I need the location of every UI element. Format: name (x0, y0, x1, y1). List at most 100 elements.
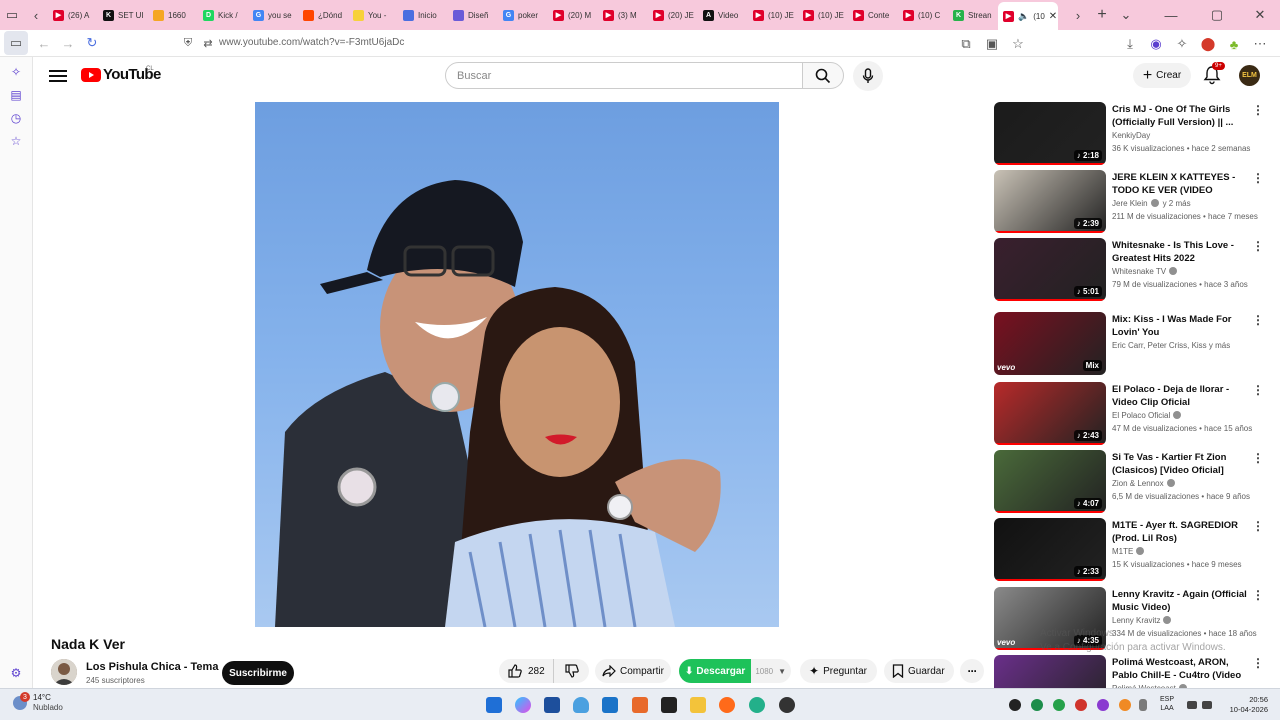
back-icon[interactable]: ← (32, 31, 56, 55)
sidebar-settings-gear-icon[interactable]: ⚙ (9, 666, 23, 680)
browser-tab[interactable]: A Video (698, 3, 748, 27)
more-options-icon[interactable]: ⋮ (1252, 589, 1264, 601)
recommendation-title[interactable]: JERE KLEIN X KATTEYES - TODO KE VER (VID… (1112, 171, 1252, 197)
extension-leaf-icon[interactable]: ♣ (1222, 32, 1246, 56)
profile-sync-icon[interactable]: ◉ (1144, 32, 1168, 56)
create-button[interactable]: + Crear (1133, 63, 1191, 88)
firefox-icon[interactable] (719, 697, 735, 713)
start-icon[interactable] (486, 697, 502, 713)
copilot-icon[interactable]: ✧ (9, 65, 23, 79)
more-options-icon[interactable]: ⋮ (1252, 657, 1264, 669)
settings-more-icon[interactable]: ⋯ (1248, 32, 1272, 56)
recommendation-title[interactable]: Whitesnake - Is This Love - Greatest Hit… (1112, 239, 1252, 265)
taskbar-app-icon[interactable] (749, 697, 765, 713)
more-options-icon[interactable]: ⋮ (1252, 172, 1264, 184)
browser-tab[interactable]: ¿Dónd (298, 3, 348, 27)
recommendation-thumbnail[interactable]: ♪ 5:01 (994, 238, 1106, 301)
more-options-icon[interactable]: ⋮ (1252, 314, 1264, 326)
browser-tab[interactable]: ▶ (26) A (48, 3, 98, 27)
tray-purple-icon[interactable] (1097, 699, 1109, 711)
browser-tab[interactable]: D Kick / (198, 3, 248, 27)
outlook-icon[interactable] (602, 697, 618, 713)
search-button[interactable] (802, 62, 844, 89)
recommendation-thumbnail[interactable]: ♪ 2:39 (994, 170, 1106, 233)
recommendation-channel[interactable]: M1TE (1112, 547, 1145, 556)
favorites-icon[interactable]: ☆ (9, 134, 23, 148)
recommendation-item[interactable]: ♪ 2:33 M1TE - Ayer ft. SAGREDIOR (Prod. L… (994, 518, 1264, 582)
voice-search-button[interactable] (853, 61, 883, 91)
capcut-icon[interactable] (661, 697, 677, 713)
ask-button[interactable]: ✦ Preguntar (800, 659, 877, 683)
microphone-tray-icon[interactable] (1139, 699, 1147, 711)
close-window-icon[interactable]: ✕ (1240, 3, 1280, 27)
tray-green-icon[interactable] (1053, 699, 1065, 711)
recommendation-thumbnail[interactable]: vevo Mix (994, 312, 1106, 375)
store-icon[interactable] (544, 697, 560, 713)
input-language[interactable]: ESP LAA (1160, 695, 1174, 713)
more-actions-button[interactable]: ··· (960, 659, 984, 683)
speaker-icon[interactable]: 🔈 (1018, 11, 1029, 22)
subscribe-button[interactable]: Suscribirme (222, 661, 294, 685)
extensions-icon[interactable]: ✧ (1170, 32, 1194, 56)
recommendation-item[interactable]: ♪ 4:07 Si Te Vas - Kartier Ft Zion (Clasi… (994, 450, 1264, 514)
collections-icon[interactable]: ▤ (9, 88, 23, 102)
tray-security-icon[interactable] (1031, 699, 1043, 711)
browser-tab[interactable]: ▶ (20) JE (648, 3, 698, 27)
recommendation-item[interactable]: ♪ 5:01 Whitesnake - Is This Love - Greate… (994, 238, 1264, 302)
copilot-taskbar-icon[interactable] (515, 697, 531, 713)
network-icon[interactable] (1187, 701, 1197, 709)
hamburger-menu-icon[interactable] (49, 67, 67, 83)
recommendation-channel[interactable]: Jere Klein y 2 más (1112, 199, 1191, 208)
tab-list-chevron-icon[interactable]: ⌄ (1114, 3, 1138, 27)
new-tab-icon[interactable]: + (1090, 3, 1114, 27)
recommendation-channel[interactable]: El Polaco Oficial (1112, 411, 1182, 420)
app-orange-icon[interactable] (632, 697, 648, 713)
download-quality-dropdown-icon[interactable]: ▼ (773, 667, 786, 676)
recommendation-channel[interactable]: Whitesnake TV (1112, 267, 1178, 276)
more-options-icon[interactable]: ⋮ (1252, 240, 1264, 252)
downloads-icon[interactable]: ⤓ (1118, 32, 1142, 56)
recommendation-item[interactable]: ♪ 2:43 El Polaco - Deja de llorar - Video… (994, 382, 1264, 446)
recommendation-thumbnail[interactable]: ♪ 2:33 (994, 518, 1106, 581)
tabs-scroll-left-icon[interactable]: ‹ (24, 3, 48, 27)
adblock-icon[interactable]: ⬤ (1196, 32, 1220, 56)
browser-tab[interactable]: Diseñ (448, 3, 498, 27)
reading-view-icon[interactable]: ▣ (980, 32, 1004, 56)
recommendation-item[interactable]: vevo Mix Mix: Kiss - I Was Made For Lovin'… (994, 312, 1264, 376)
browser-tab[interactable]: ▶ (10) C (898, 3, 948, 27)
screenshot-icon[interactable]: ⧉ (954, 32, 978, 56)
tabs-scroll-right-icon[interactable]: › (1066, 3, 1090, 27)
search-input[interactable]: Buscar (445, 62, 803, 89)
volume-icon[interactable] (1202, 701, 1212, 709)
browser-tab[interactable]: ▶ (10) JE (798, 3, 848, 27)
reload-icon[interactable]: ↻ (80, 31, 104, 55)
recommendation-title[interactable]: Mix: Kiss - I Was Made For Lovin' You (1112, 313, 1252, 339)
more-options-icon[interactable]: ⋮ (1252, 452, 1264, 464)
sidebar-toggle-icon[interactable]: ▭ (4, 31, 28, 55)
browser-tab[interactable]: K Strean (948, 3, 998, 27)
forward-icon[interactable]: → (56, 31, 80, 55)
more-options-icon[interactable]: ⋮ (1252, 104, 1264, 116)
tray-orange-icon[interactable] (1119, 699, 1131, 711)
favorite-star-icon[interactable]: ☆ (1006, 32, 1030, 56)
history-icon[interactable]: ◷ (9, 111, 23, 125)
video-player[interactable] (255, 102, 779, 627)
minimize-icon[interactable]: — (1148, 3, 1194, 27)
tab-active[interactable]: ▶ 🔈 (10 ✕ (998, 2, 1058, 30)
share-button[interactable]: Compartir (595, 659, 671, 683)
tray-app-icon[interactable] (1009, 699, 1021, 711)
recommendation-channel[interactable]: Lenny Kravitz (1112, 616, 1172, 625)
recommendation-channel[interactable]: Zion & Lennox (1112, 479, 1175, 488)
recommendation-title[interactable]: Lenny Kravitz - Again (Official Music Vi… (1112, 588, 1252, 614)
recommendation-title[interactable]: Cris MJ - One Of The Girls (Officially F… (1112, 103, 1252, 129)
browser-taskbar-icon[interactable] (779, 697, 795, 713)
clock[interactable]: 20:56 10-04-2026 (1220, 695, 1268, 715)
browser-tab[interactable]: ▶ (3) M (598, 3, 648, 27)
browser-tab[interactable]: ▶ Conte (848, 3, 898, 27)
user-avatar[interactable]: ELM (1239, 65, 1260, 86)
browser-tab[interactable]: Gyou se (248, 3, 298, 27)
recommendation-item[interactable]: ♪ 2:39 JERE KLEIN X KATTEYES - TODO KE VE… (994, 170, 1264, 234)
site-settings-icon[interactable]: ⇄ (196, 31, 220, 55)
file-explorer-icon[interactable] (690, 697, 706, 713)
browser-tab[interactable]: K SET UI (98, 3, 148, 27)
